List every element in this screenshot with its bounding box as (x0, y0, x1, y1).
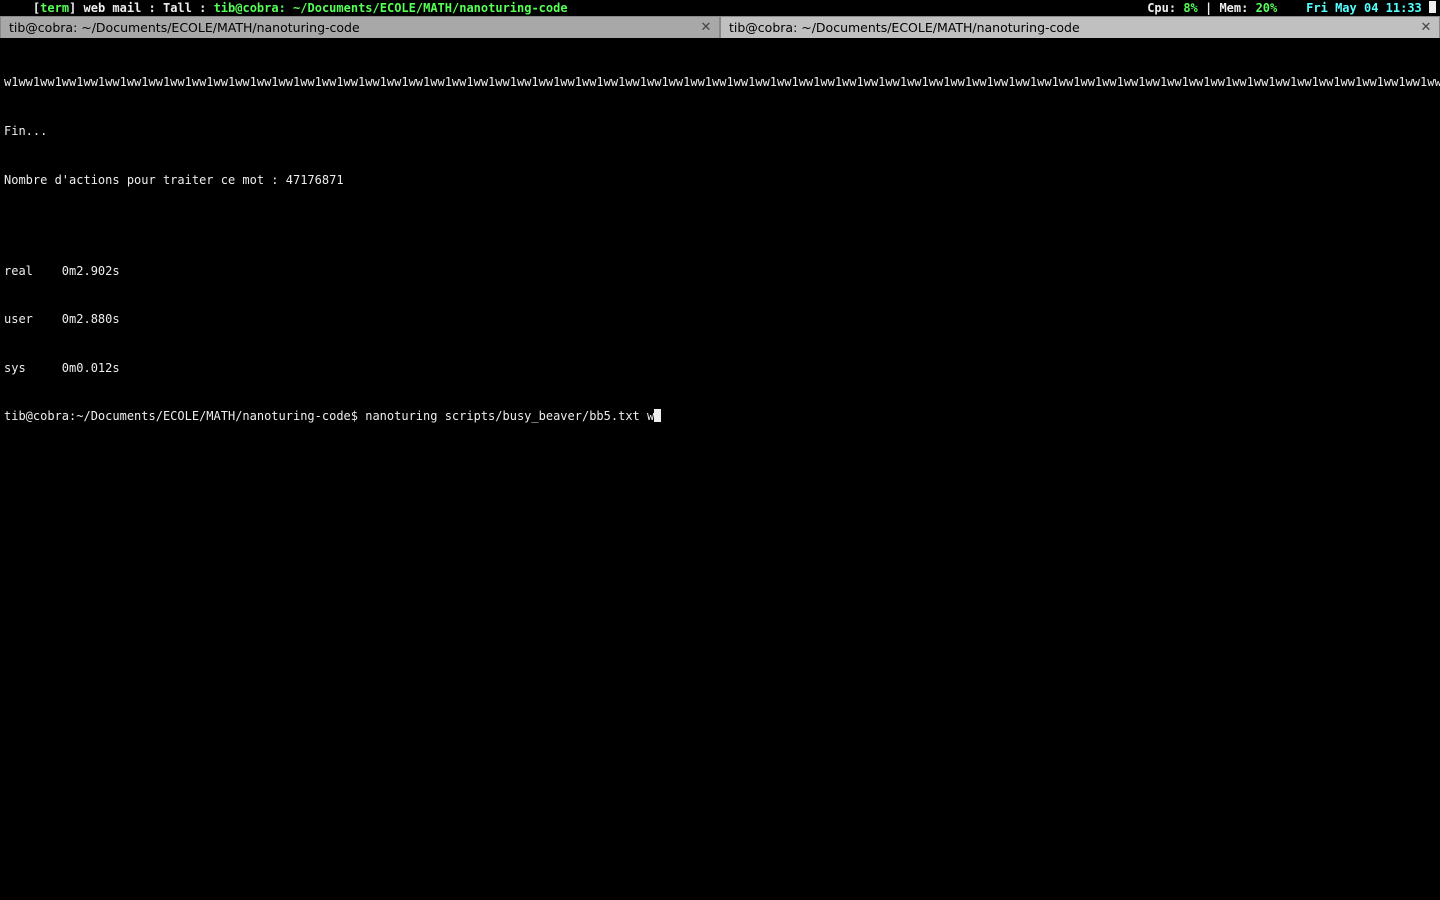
status-layout: Tall (163, 1, 192, 15)
close-icon[interactable]: ✕ (1419, 21, 1433, 35)
status-bar: [term] web mail : Tall : tib@cobra: ~/Do… (0, 0, 1440, 16)
mem-value: 20% (1256, 1, 1278, 15)
close-icon[interactable]: ✕ (699, 21, 713, 35)
status-sep: : (192, 1, 214, 15)
turing-tape-output: w1ww1ww1ww1ww1ww1ww1ww1ww1ww1ww1ww1ww1ww… (4, 74, 1436, 90)
clock-pad (1422, 1, 1429, 15)
tab-bar: tib@cobra: ~/Documents/ECOLE/MATH/nanotu… (0, 16, 1440, 38)
mem-label: Mem: (1219, 1, 1255, 15)
cursor-icon (654, 409, 661, 422)
status-desktops: web mail : (76, 1, 163, 15)
prompt-text: tib@cobra:~/Documents/ECOLE/MATH/nanotur… (4, 409, 654, 423)
tab-title: tib@cobra: ~/Documents/ECOLE/MATH/nanotu… (729, 20, 1419, 35)
status-right: Cpu: 8% | Mem: 20% Fri May 04 11:33 (1147, 1, 1436, 15)
time-sys: sys 0m0.012s (4, 360, 1436, 376)
cpu-label: Cpu: (1147, 1, 1183, 15)
clock: Fri May 04 11:33 (1306, 1, 1422, 15)
time-user: user 0m2.880s (4, 311, 1436, 327)
time-real: real 0m2.902s (4, 263, 1436, 279)
status-spacer (1277, 1, 1306, 15)
prompt-line[interactable]: tib@cobra:~/Documents/ECOLE/MATH/nanotur… (4, 408, 1436, 424)
status-title: tib@cobra: ~/Documents/ECOLE/MATH/nanotu… (214, 1, 568, 15)
clock-cursor (1429, 1, 1436, 13)
terminal-viewport[interactable]: w1ww1ww1ww1ww1ww1ww1ww1ww1ww1ww1ww1ww1ww… (0, 38, 1440, 900)
fin-line: Fin... (4, 123, 1436, 139)
terminal-tab-1[interactable]: tib@cobra: ~/Documents/ECOLE/MATH/nanotu… (0, 16, 720, 38)
cpu-value: 8% (1183, 1, 1197, 15)
actions-line: Nombre d'actions pour traiter ce mot : 4… (4, 172, 1436, 188)
status-app: term (40, 1, 69, 15)
terminal-tab-2[interactable]: tib@cobra: ~/Documents/ECOLE/MATH/nanotu… (720, 16, 1440, 38)
cpu-sep: | (1198, 1, 1220, 15)
tab-title: tib@cobra: ~/Documents/ECOLE/MATH/nanotu… (9, 20, 699, 35)
